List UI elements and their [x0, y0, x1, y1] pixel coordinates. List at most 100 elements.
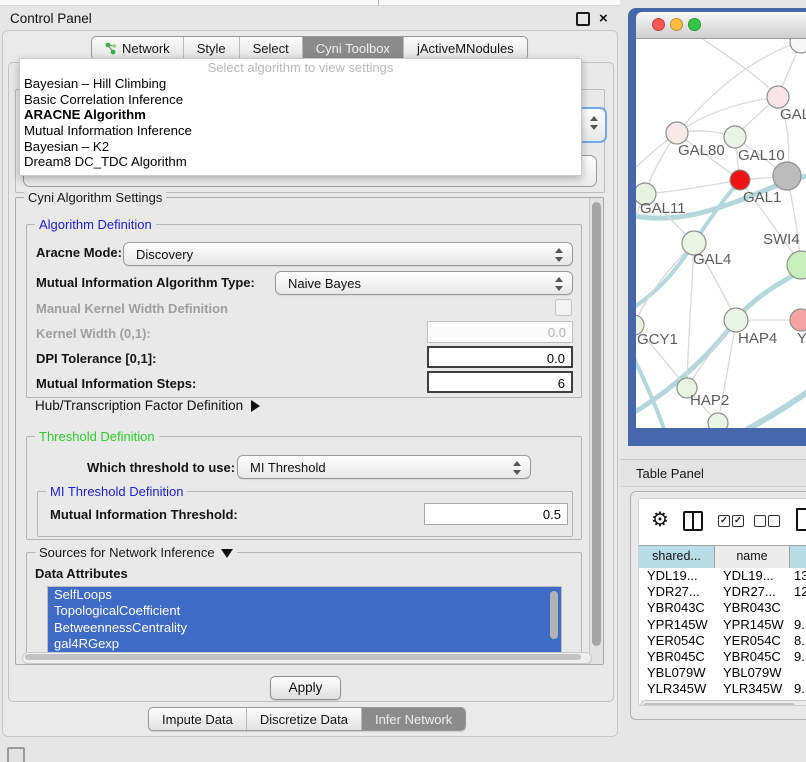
tab-impute-data[interactable]: Impute Data: [149, 708, 246, 730]
table-row[interactable]: YBL079WYBL079W: [639, 665, 806, 681]
table-row[interactable]: YDR27...YDR27...12: [639, 584, 806, 600]
mi-threshold-group: MI Threshold Definition Mutual Informati…: [37, 491, 573, 537]
checked-checkbox-icon[interactable]: ✓: [718, 515, 730, 527]
column-header-a[interactable]: A: [790, 546, 806, 568]
mi-threshold-label: Mutual Information Threshold:: [50, 507, 238, 522]
dropdown-item-mutual-information-inference[interactable]: Mutual Information Inference: [20, 123, 581, 139]
kernel-width-field[interactable]: 0.0: [427, 321, 573, 343]
scrollbar-thumb[interactable]: [25, 654, 581, 660]
dropdown-item-basic-correlation-inference[interactable]: Basic Correlation Inference: [20, 92, 581, 108]
tab-label: Impute Data: [162, 712, 233, 727]
dropdown-placeholder: Select algorithm to view settings: [20, 60, 581, 76]
network-node-hap4[interactable]: [724, 308, 748, 332]
network-node-gal1[interactable]: [730, 170, 750, 190]
table-row[interactable]: YLR345WYLR345W9.: [639, 681, 806, 697]
tab-jactivemnodules[interactable]: jActiveMNodules: [403, 37, 527, 59]
network-node-gal7[interactable]: [767, 86, 789, 108]
tab-discretize-data[interactable]: Discretize Data: [246, 708, 361, 730]
float-window-icon[interactable]: [576, 12, 590, 26]
node-label-y: Y: [797, 330, 806, 347]
mi-threshold-field[interactable]: 0.5: [424, 503, 568, 525]
which-threshold-combobox[interactable]: MI Threshold: [237, 455, 531, 479]
mi-type-label: Mutual Information Algorithm Type:: [36, 275, 255, 290]
network-node[interactable]: [773, 162, 801, 190]
document-icon[interactable]: [796, 508, 806, 531]
settings-vertical-scrollbar[interactable]: [589, 198, 603, 664]
column-header-name[interactable]: name: [715, 546, 790, 568]
column-header-shared[interactable]: shared...: [639, 546, 715, 568]
settings-horizontal-scrollbar[interactable]: [22, 652, 592, 664]
table-cell: YLR345W: [639, 681, 715, 697]
network-node-y[interactable]: [790, 309, 806, 331]
mi-type-value: Naive Bayes: [288, 276, 361, 291]
table-horizontal-scrollbar[interactable]: [640, 700, 806, 706]
apply-button[interactable]: Apply: [270, 676, 341, 700]
scrollbar-thumb[interactable]: [592, 202, 601, 646]
tab-select[interactable]: Select: [239, 37, 302, 59]
tab-style[interactable]: Style: [183, 37, 239, 59]
close-traffic-light[interactable]: [652, 18, 665, 31]
network-node[interactable]: [708, 413, 728, 428]
manual-kernel-label: Manual Kernel Width Definition: [36, 301, 228, 316]
table-cell: 12: [790, 584, 806, 600]
dropdown-item-dream8-dc-tdc-algorithm[interactable]: Dream8 DC_TDC Algorithm: [20, 154, 581, 170]
table-cell: YER054C: [639, 633, 715, 649]
table-row[interactable]: YBR045CYBR045C9.: [639, 649, 806, 665]
table-row[interactable]: YBR043CYBR043C: [639, 600, 806, 616]
window-grip-icon[interactable]: [7, 747, 25, 762]
table-cell: YLR345W: [715, 681, 790, 697]
which-threshold-value: MI Threshold: [250, 460, 326, 475]
table-cell: YDL19...: [639, 568, 715, 584]
table-cell: YIL052C: [639, 698, 715, 699]
dpi-tolerance-field[interactable]: 0.0: [427, 346, 573, 368]
network-node[interactable]: [790, 39, 806, 53]
attribute-item-gal4rgexp[interactable]: gal4RGexp: [48, 636, 561, 652]
columns-icon[interactable]: [683, 511, 703, 531]
control-panel-body: Select algorithm to view settings Bayesi…: [8, 62, 614, 702]
dropdown-item-bayesian-k2[interactable]: Bayesian – K2: [20, 139, 581, 155]
dropdown-item-aracne-algorithm[interactable]: ARACNE Algorithm: [20, 107, 581, 123]
table-panel-inner: ⚙ ✓ ✓ shared...nameA YDL19...YDL19...13Y…: [638, 498, 806, 706]
manual-kernel-checkbox[interactable]: [555, 299, 572, 316]
network-window-titlebar[interactable]: [636, 12, 806, 39]
minimize-traffic-light[interactable]: [670, 18, 683, 31]
tab-infer-network[interactable]: Infer Network: [361, 708, 465, 730]
aracne-mode-combobox[interactable]: Discovery: [123, 242, 573, 266]
table-row[interactable]: YPR145WYPR145W9.: [639, 617, 806, 633]
algorithm-definition-title: Algorithm Definition: [35, 217, 156, 232]
unchecked-checkbox-icon[interactable]: [754, 515, 766, 527]
data-attributes-label: Data Attributes: [35, 566, 128, 581]
tab-label: Infer Network: [375, 712, 452, 727]
sources-group-title[interactable]: Sources for Network Inference: [35, 545, 237, 560]
table-row[interactable]: YER054CYER054C8.: [639, 633, 806, 649]
attribute-item-selfloops[interactable]: SelfLoops: [48, 587, 561, 603]
network-node-gal80[interactable]: [666, 122, 688, 144]
dpi-tolerance-label: DPI Tolerance [0,1]:: [36, 351, 156, 366]
node-label-gal1: GAL1: [743, 189, 781, 206]
network-node-gal10[interactable]: [724, 126, 746, 148]
table-row[interactable]: YIL052CYIL052C9: [639, 698, 806, 699]
close-icon[interactable]: ×: [599, 13, 608, 25]
checked-checkbox-icon[interactable]: ✓: [732, 515, 744, 527]
node-label-gcy1: GCY1: [637, 331, 678, 348]
table-cell: 9.: [790, 617, 806, 633]
attribute-item-betweennesscentrality[interactable]: BetweennessCentrality: [48, 620, 561, 636]
table-cell: YBL079W: [715, 665, 790, 681]
list-scrollbar-thumb[interactable]: [550, 591, 558, 639]
tab-network[interactable]: Network: [92, 37, 183, 59]
dropdown-item-bayesian-hill-climbing[interactable]: Bayesian – Hill Climbing: [20, 76, 581, 92]
hub-section-toggle[interactable]: Hub/Transcription Factor Definition: [35, 398, 260, 413]
attribute-item-topologicalcoefficient[interactable]: TopologicalCoefficient: [48, 603, 561, 619]
table-row[interactable]: YDL19...YDL19...13: [639, 568, 806, 584]
table-cell: YBL079W: [639, 665, 715, 681]
gear-icon[interactable]: ⚙: [651, 509, 669, 531]
data-attributes-list[interactable]: SelfLoopsTopologicalCoefficientBetweenne…: [47, 586, 562, 655]
zoom-traffic-light[interactable]: [688, 18, 701, 31]
unchecked-checkbox-icon[interactable]: [768, 515, 780, 527]
network-canvas[interactable]: GAL7GAL80GAL10GAL1GAL11GAL4SWI4GCY1HAP4Y…: [636, 39, 806, 428]
scrollbar-thumb[interactable]: [643, 703, 795, 706]
tab-label: Network: [122, 41, 170, 56]
tab-cyni-toolbox[interactable]: Cyni Toolbox: [302, 37, 403, 59]
mi-type-combobox[interactable]: Naive Bayes: [275, 271, 573, 295]
mi-steps-field[interactable]: 6: [427, 371, 573, 393]
